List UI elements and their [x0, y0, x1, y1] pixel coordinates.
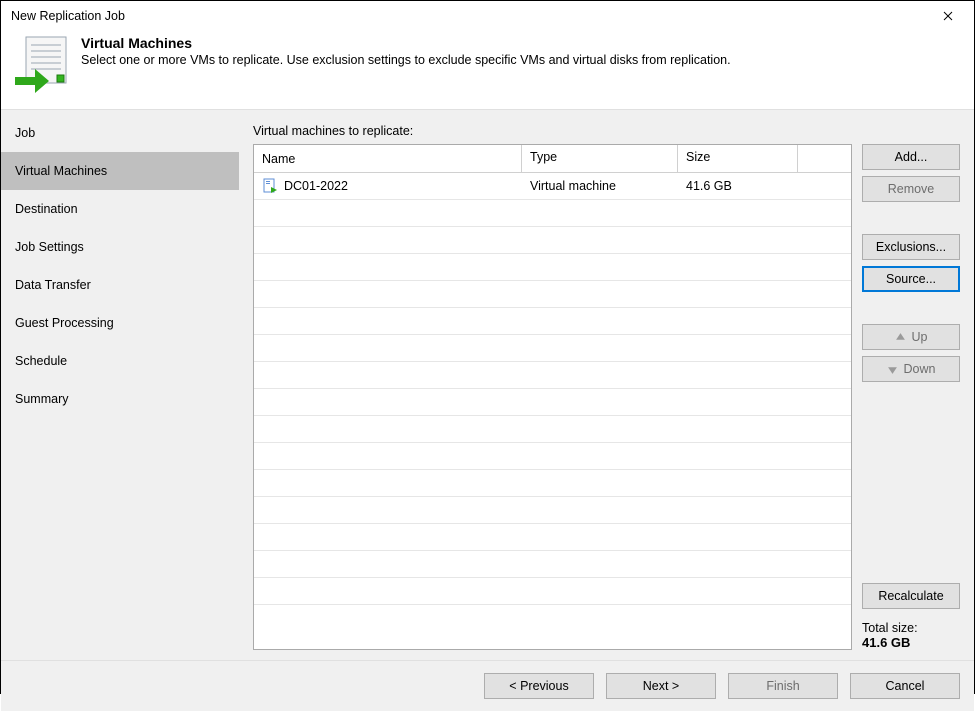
step-virtual-machines[interactable]: Virtual Machines	[1, 152, 239, 190]
step-job[interactable]: Job	[1, 114, 239, 152]
vm-grid-header: Name Type Size	[254, 145, 851, 173]
vm-grid[interactable]: Name Type Size DC01-2022 Virtual machine4…	[253, 144, 852, 650]
banner-subheading: Select one or more VMs to replicate. Use…	[81, 53, 731, 67]
add-button[interactable]: Add...	[862, 144, 960, 170]
close-button[interactable]	[930, 4, 966, 28]
row-type: Virtual machine	[522, 179, 678, 193]
step-schedule[interactable]: Schedule	[1, 342, 239, 380]
remove-button[interactable]: Remove	[862, 176, 960, 202]
down-button-label: Down	[904, 362, 936, 376]
table-row-empty	[254, 470, 851, 497]
total-size-block: Total size: 41.6 GB	[862, 621, 960, 650]
wizard-banner: Virtual Machines Select one or more VMs …	[1, 31, 974, 109]
column-type-header[interactable]: Type	[522, 145, 678, 172]
total-size-label: Total size:	[862, 621, 960, 635]
previous-button[interactable]: < Previous	[484, 673, 594, 699]
step-data-transfer[interactable]: Data Transfer	[1, 266, 239, 304]
up-button-label: Up	[912, 330, 928, 344]
total-size-value: 41.6 GB	[862, 635, 960, 650]
arrow-down-icon	[887, 364, 898, 375]
table-row-empty	[254, 578, 851, 605]
exclusions-button[interactable]: Exclusions...	[862, 234, 960, 260]
window-titlebar: New Replication Job	[1, 1, 974, 31]
step-summary[interactable]: Summary	[1, 380, 239, 418]
table-row-empty	[254, 524, 851, 551]
recalculate-button[interactable]: Recalculate	[862, 583, 960, 609]
cancel-button[interactable]: Cancel	[850, 673, 960, 699]
step-guest-processing[interactable]: Guest Processing	[1, 304, 239, 342]
column-pad-header	[798, 145, 851, 172]
banner-heading: Virtual Machines	[81, 35, 731, 51]
up-button[interactable]: Up	[862, 324, 960, 350]
step-job-settings[interactable]: Job Settings	[1, 228, 239, 266]
table-row-empty	[254, 200, 851, 227]
finish-button[interactable]: Finish	[728, 673, 838, 699]
table-row-empty	[254, 227, 851, 254]
table-row-empty	[254, 281, 851, 308]
window-title: New Replication Job	[11, 9, 125, 23]
wizard-footer: < Previous Next > Finish Cancel	[1, 661, 974, 711]
wizard-main-panel: Virtual machines to replicate: Name Type…	[239, 110, 974, 660]
row-size: 41.6 GB	[678, 179, 798, 193]
vm-side-buttons: Add... Remove Exclusions... Source... Up…	[862, 144, 960, 650]
column-size-header[interactable]: Size	[678, 145, 798, 172]
row-name: DC01-2022	[284, 179, 348, 193]
table-row-empty	[254, 497, 851, 524]
table-row-empty	[254, 416, 851, 443]
step-destination[interactable]: Destination	[1, 190, 239, 228]
table-row-empty	[254, 551, 851, 578]
table-row[interactable]: DC01-2022 Virtual machine41.6 GB	[254, 173, 851, 200]
next-button[interactable]: Next >	[606, 673, 716, 699]
arrow-up-icon	[895, 332, 906, 343]
wizard-banner-icon	[15, 35, 69, 97]
table-row-empty	[254, 308, 851, 335]
table-row-empty	[254, 254, 851, 281]
wizard-steps-sidebar: Job Virtual Machines Destination Job Set…	[1, 110, 239, 660]
table-row-empty	[254, 335, 851, 362]
vm-list-label: Virtual machines to replicate:	[253, 124, 960, 138]
table-row-empty	[254, 443, 851, 470]
vm-icon	[262, 178, 278, 194]
table-row-empty	[254, 362, 851, 389]
down-button[interactable]: Down	[862, 356, 960, 382]
column-name-header[interactable]: Name	[254, 145, 522, 172]
table-row-empty	[254, 389, 851, 416]
close-icon	[943, 11, 953, 21]
source-button[interactable]: Source...	[862, 266, 960, 292]
